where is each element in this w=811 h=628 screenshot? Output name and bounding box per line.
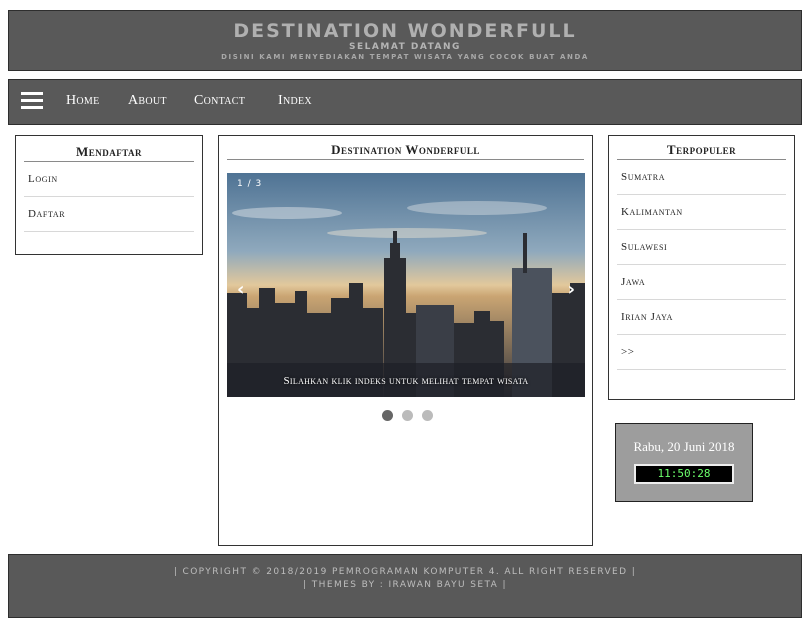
slide-counter: 1 / 3 [237,179,263,189]
popular-panel: Terpopuler Sumatra Kalimantan Sulawesi J… [608,135,795,400]
site-tagline: DISINI KAMI MENYEDIAKAN TEMPAT WISATA YA… [221,53,589,61]
slider-dot-1[interactable] [382,410,393,421]
popular-item-irian-jaya[interactable]: Irian Jaya [617,300,786,335]
clock-date: Rabu, 20 Juni 2018 [633,439,735,454]
site-title: DESTINATION WONDERFULL [233,20,577,42]
register-panel-title: Mendaftar [24,144,194,162]
nav-home[interactable]: Home [66,93,100,109]
theme-credit-text: | THEMES BY : IRAWAN BAYU SETA | [303,580,507,590]
popular-panel-title: Terpopuler [617,142,786,160]
login-link[interactable]: Login [24,162,194,197]
nav-contact[interactable]: Contact [194,93,245,109]
nav-index[interactable]: Index [278,93,312,109]
clock-time: 11:50:28 [634,464,734,484]
slide-caption: Silahkan klik indeks untuk melihat tempa… [283,375,529,387]
popular-item-sulawesi[interactable]: Sulawesi [617,230,786,265]
prev-slide-icon[interactable]: ‹ [237,279,244,300]
popular-more-link[interactable]: >> [617,335,786,370]
navbar: Home About Contact Index [8,79,802,125]
site-header: DESTINATION WONDERFULL SELAMAT DATANG DI… [8,10,802,71]
register-panel: Mendaftar Login Daftar [15,135,203,255]
clock-widget: Rabu, 20 Juni 2018 11:50:28 [615,423,753,502]
next-slide-icon[interactable]: › [568,279,575,300]
copyright-text: | COPYRIGHT © 2018/2019 PEMROGRAMAN KOMP… [173,567,637,577]
nav-about[interactable]: About [128,93,167,109]
slider-dots [382,408,438,426]
popular-item-sumatra[interactable]: Sumatra [617,160,786,195]
slider-dot-3[interactable] [422,410,433,421]
site-footer: | COPYRIGHT © 2018/2019 PEMROGRAMAN KOMP… [8,554,802,618]
site-subtitle: SELAMAT DATANG [349,42,461,52]
main-content-panel: Destination Wonderfull 1 / 3 ‹ › Silahka… [218,135,593,546]
popular-item-jawa[interactable]: Jawa [617,265,786,300]
main-panel-title: Destination Wonderfull [227,142,584,160]
register-link[interactable]: Daftar [24,197,194,232]
image-slider[interactable]: 1 / 3 ‹ › Silahkan klik indeks untuk mel… [227,173,585,397]
hamburger-icon[interactable] [21,92,43,110]
slider-dot-2[interactable] [402,410,413,421]
city-skyline-image [227,173,585,397]
popular-item-kalimantan[interactable]: Kalimantan [617,195,786,230]
